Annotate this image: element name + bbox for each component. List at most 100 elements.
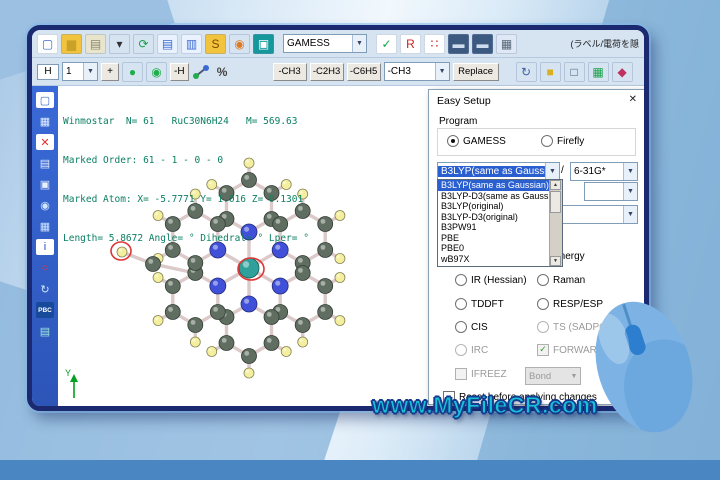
toolbar1-right-icons: ✓ R ∷ ▬ ▬ ▦ (376, 33, 517, 54)
basis-combo[interactable]: 6-31G* ▼ (570, 162, 638, 181)
open-folder-icon[interactable]: ▆ (61, 33, 82, 54)
orbital-icon[interactable]: ◉ (229, 33, 250, 54)
chevron-down-icon[interactable]: ▼ (83, 63, 97, 80)
radio-icon[interactable] (537, 298, 549, 310)
checkbox-ifreez[interactable]: IFREEZ (455, 368, 507, 380)
toolbar1-left-icons: ▢ ▆ ▤ ▾ ⟳ ▤ ▥ S ◉ ▣ (37, 33, 274, 54)
fragment-panel-icon[interactable]: ▤ (36, 155, 54, 171)
monitor-log-icon[interactable]: ▬ (472, 33, 493, 54)
basis-separator: / (561, 165, 564, 176)
method-option[interactable]: B3LYP-D3(same as Gaussian) (438, 191, 550, 202)
chevron-down-icon[interactable]: ▼ (352, 35, 366, 52)
radio-irc[interactable]: IRC (455, 344, 488, 356)
check-window-icon[interactable]: ✓ (376, 33, 397, 54)
more-dropdown-icon[interactable]: ▾ (109, 33, 130, 54)
radio-cis-label: CIS (471, 321, 488, 333)
desktop-background: ▢▆▤▾⟳▤▥S◉▣ GAMESS ▼ ✓R∷▬▬▦ (ラベル/電荷を隠 1 ▼… (0, 0, 720, 480)
chevron-down-icon[interactable]: ▼ (623, 206, 637, 223)
radio-cis[interactable]: CIS (455, 321, 488, 333)
chevron-down-icon[interactable]: ▼ (623, 183, 637, 200)
fragment-button[interactable]: -CH3 (272, 62, 307, 81)
radio-gamess[interactable]: GAMESS (447, 135, 506, 147)
solver-combo-value: GAMESS (287, 38, 330, 49)
table-icon[interactable]: ▦ (587, 61, 609, 82)
scroll-up-icon[interactable]: ▲ (550, 180, 561, 190)
chevron-down-icon[interactable]: ▼ (434, 63, 449, 80)
rotate-bond-icon[interactable]: ↻ (515, 61, 537, 82)
method-option[interactable]: B3LYP(same as Gaussian) (438, 180, 550, 191)
fragment-button[interactable]: -C2H3 (309, 62, 344, 81)
radio-icon[interactable] (455, 298, 467, 310)
radio-icon[interactable] (447, 135, 459, 147)
add-atom-icon[interactable]: ● (122, 61, 143, 82)
model-info-line: Marked Atom: X= -5.7771 Y= 1.016 Z= 0.13… (63, 194, 304, 205)
radio-icon[interactable] (537, 274, 549, 286)
tool-sidebar: ▢ ▦ ✕ ▤ ▣ ◉ ▦ i ○ ↻ PBC ▤ (32, 86, 58, 406)
radio-icon[interactable] (455, 274, 467, 286)
radio-icon[interactable] (541, 135, 553, 147)
method-option[interactable]: PBE (438, 233, 550, 244)
notebook-icon[interactable]: ▣ (253, 33, 274, 54)
fragment-combo[interactable]: -CH3 ▼ (383, 62, 450, 81)
dropdown-scrollbar[interactable]: ▲ ▼ (549, 180, 562, 266)
method-option[interactable]: B3LYP-D3(original) (438, 212, 550, 223)
element-input[interactable] (37, 63, 59, 80)
axis-rotate-icon[interactable]: ↻ (36, 281, 54, 297)
stop-record-icon[interactable]: ○ (36, 260, 54, 276)
copy-page-icon[interactable]: ▤ (157, 33, 178, 54)
pbc-button[interactable]: PBC (36, 302, 54, 318)
radio-firefly[interactable]: Firefly (541, 135, 584, 147)
radio-tddft[interactable]: TDDFT (455, 298, 504, 310)
remote-run-icon[interactable]: R (400, 33, 421, 54)
rotate-view-icon[interactable]: ◉ (36, 197, 54, 213)
method-option[interactable]: B3PW91 (438, 222, 550, 233)
tile-windows-icon[interactable]: ▦ (36, 113, 54, 129)
add-button[interactable]: + (101, 62, 119, 81)
fragments-icon[interactable]: ◆ (611, 61, 633, 82)
s-coin-icon[interactable]: S (205, 33, 226, 54)
monitor-icon[interactable]: ▬ (448, 33, 469, 54)
new-document-icon[interactable]: ▢ (37, 33, 58, 54)
duplicate-page-icon[interactable]: ▥ (181, 33, 202, 54)
bond-icon[interactable] (192, 64, 210, 80)
grid-icon[interactable]: ▦ (36, 218, 54, 234)
hide-labels-tooltip: (ラベル/電荷を隠 (570, 39, 640, 49)
delete-atom-icon[interactable]: ✕ (36, 134, 54, 150)
chevron-down-icon[interactable]: ▼ (623, 163, 637, 180)
watermark: www.MyFileCR.com (372, 392, 598, 419)
abacus-icon[interactable]: ∷ (424, 33, 445, 54)
radio-tddft-label: TDDFT (471, 298, 504, 310)
add-atom-ring-icon[interactable]: ◉ (146, 61, 167, 82)
fullscreen-icon[interactable]: ▣ (36, 176, 54, 192)
multiplicity-combo[interactable]: ▼ (557, 205, 638, 224)
keyboard-icon[interactable]: ▦ (496, 33, 517, 54)
remove-hydrogen-button[interactable]: -H (170, 62, 189, 81)
radio-ir-hessian[interactable]: IR (Hessian) (455, 274, 527, 286)
paint-icon[interactable]: ■ (539, 61, 561, 82)
edit-toolbar: 1 ▼ + ●◉ -H % -CH3-C2H3-C6H5 -CH3 ▼ Repl… (32, 58, 644, 86)
measure-percent-icon[interactable]: % (213, 63, 232, 81)
method-option[interactable]: wB97X (438, 254, 550, 265)
method-option[interactable]: B3LYP(original) (438, 201, 550, 212)
method-option[interactable]: PBE0 (438, 243, 550, 254)
cell-box-icon[interactable]: □ (563, 61, 585, 82)
radio-icon[interactable] (455, 321, 467, 333)
replace-button[interactable]: Replace (452, 62, 499, 81)
count-combo[interactable]: 1 ▼ (62, 62, 98, 81)
solver-combo[interactable]: GAMESS ▼ (283, 34, 367, 53)
window-body: ▢ ▦ ✕ ▤ ▣ ◉ ▦ i ○ ↻ PBC ▤ Winmostar N= 61 RuC30N6H2… (32, 86, 644, 406)
fragment-buttons: -CH3 -C2H3 -C6H5 (272, 62, 381, 81)
scroll-thumb[interactable] (550, 191, 561, 213)
chevron-down-icon[interactable]: ▼ (545, 163, 559, 180)
save-export-icon[interactable]: ▤ (85, 33, 106, 54)
info-icon[interactable]: i (36, 239, 54, 255)
refresh-icon[interactable]: ⟳ (133, 33, 154, 54)
layers-icon[interactable]: ▤ (36, 323, 54, 339)
charge-combo[interactable]: ▼ (584, 182, 638, 201)
bond-combo-value: Bond (529, 370, 552, 382)
fragment-button[interactable]: -C6H5 (346, 62, 381, 81)
pointer-tool-icon[interactable]: ▢ (36, 92, 54, 108)
scroll-down-icon[interactable]: ▼ (550, 256, 561, 266)
close-icon[interactable]: ✕ (629, 94, 637, 105)
fragment-combo-value: -CH3 (387, 66, 411, 77)
